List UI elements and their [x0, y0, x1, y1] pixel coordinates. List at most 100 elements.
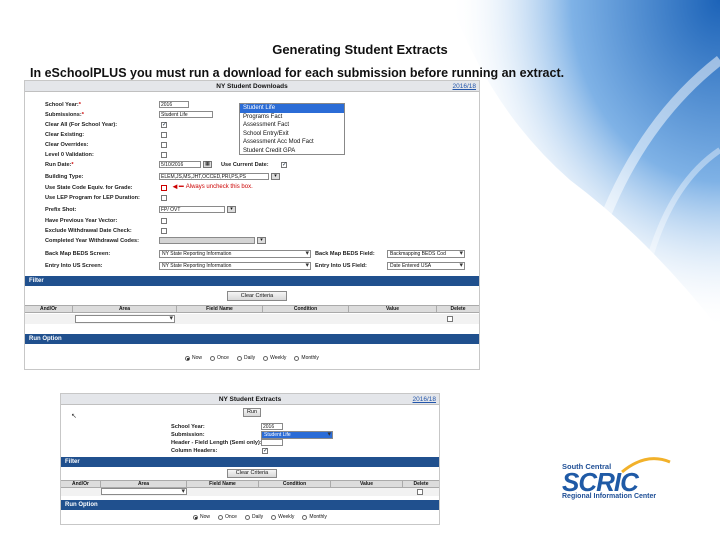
clear-all-label: Clear All (For School Year): — [45, 121, 118, 128]
logo-bottom-text: Regional Information Center — [562, 493, 657, 500]
level0-label: Level 0 Validation: — [45, 151, 94, 158]
use-current-date-checkbox[interactable] — [281, 161, 287, 168]
submissions-row: Submissions:* — [45, 110, 84, 119]
run-option-radios: Now Once Daily Weekly Monthly — [185, 355, 327, 361]
ext-column-headers-label: Column Headers: — [171, 447, 218, 454]
ext-header-input[interactable] — [261, 439, 283, 446]
submissions-input[interactable]: Student Life — [159, 111, 213, 118]
filter-grid-header: And/Or Area Field Name Condition Value D… — [25, 305, 479, 313]
extracts-window-title: NY Student Extracts 2016/18 — [61, 394, 439, 405]
slide-title: Generating Student Extracts — [272, 42, 448, 57]
grid-col-header: Area — [101, 481, 187, 487]
ext-run-weekly-radio[interactable]: Weekly — [271, 514, 294, 520]
submission-option[interactable]: Assessment Fact — [240, 121, 344, 130]
downloads-window: NY Student Downloads 2016/18 School Year… — [24, 80, 480, 370]
entry-us-field-select[interactable]: Date Entered USA — [387, 262, 465, 270]
completed-year-label: Completed Year Withdrawal Codes: — [45, 237, 140, 244]
run-button[interactable]: Run — [243, 408, 261, 417]
clear-overrides-label: Clear Overrides: — [45, 141, 89, 148]
ext-filter-grid-header: And/Or Area Field Name Condition Value D… — [61, 480, 439, 488]
clear-existing-label: Clear Existing: — [45, 131, 85, 138]
school-year-row: School Year:* — [45, 100, 81, 109]
entry-us-field-label: Entry Into US Field: — [315, 262, 367, 269]
extracts-title-text: NY Student Extracts — [218, 396, 282, 403]
filter-delete-checkbox[interactable] — [447, 316, 453, 322]
run-date-input[interactable]: 5/10/2016 — [159, 161, 201, 168]
prefix-shot-input[interactable]: FP/ OVT — [159, 206, 225, 213]
grid-col-header: Delete — [450, 306, 466, 312]
ext-run-option-section-bar[interactable]: Run Option — [61, 500, 439, 510]
building-type-label: Building Type: — [45, 173, 84, 180]
use-current-date-label: Use Current Date: — [221, 161, 269, 168]
prefix-shot-picker-icon[interactable]: ▾ — [227, 206, 236, 213]
ext-column-headers-checkbox[interactable] — [262, 447, 268, 454]
downloads-help-link[interactable]: 2016/18 — [453, 81, 477, 92]
back-map-screen-label: Back Map BEDS Screen: — [45, 250, 111, 257]
submission-option[interactable]: School Entry/Exit — [240, 130, 344, 139]
run-weekly-radio[interactable]: Weekly — [263, 355, 286, 361]
submissions-listbox[interactable]: Student Life Programs Fact Assessment Fa… — [239, 103, 345, 155]
run-once-radio[interactable]: Once — [210, 355, 229, 361]
clear-all-checkbox[interactable] — [161, 121, 167, 128]
building-type-input[interactable]: ELEM,JS,MS,JHT,OCCED,PRI,PS,PS — [159, 173, 269, 180]
ext-run-daily-radio[interactable]: Daily — [244, 514, 263, 520]
submission-option[interactable]: Student Credit GPA — [240, 147, 344, 156]
run-monthly-radio[interactable]: Monthly — [294, 355, 319, 361]
downloads-title-text: NY Student Downloads — [216, 83, 288, 90]
prefix-shot-label: Prefix Shot: — [45, 206, 77, 213]
lep-program-label: Use LEP Program for LEP Duration: — [45, 194, 140, 201]
clear-criteria-button[interactable]: Clear Criteria — [227, 291, 287, 301]
run-now-radio[interactable]: Now — [185, 355, 202, 361]
ext-run-option-radios: Now Once Daily Weekly Monthly — [193, 514, 335, 520]
calendar-icon[interactable]: ▦ — [203, 161, 212, 168]
grid-col-header: Value — [349, 306, 437, 312]
clear-overrides-checkbox[interactable] — [161, 142, 167, 148]
back-map-screen-select[interactable]: NY State Reporting Information — [159, 250, 311, 258]
ext-filter-area-select[interactable] — [101, 488, 187, 495]
extracts-help-link[interactable]: 2016/18 — [413, 394, 437, 405]
state-code-checkbox[interactable] — [161, 185, 167, 191]
ext-run-now-radio[interactable]: Now — [193, 514, 210, 520]
ext-run-once-radio[interactable]: Once — [218, 514, 237, 520]
filter-grid-row — [25, 314, 479, 324]
clear-existing-checkbox[interactable] — [161, 132, 167, 138]
completed-year-picker-icon[interactable]: ▾ — [257, 237, 266, 244]
completed-year-input[interactable] — [159, 237, 255, 244]
ext-filter-section-bar[interactable]: Filter — [61, 457, 439, 467]
exclude-withdrawal-label: Exclude Withdrawal Date Check: — [45, 227, 132, 234]
submission-option[interactable]: Assessment Acc Mod Fact — [240, 138, 344, 147]
submissions-label: Submissions:* — [45, 111, 84, 118]
filter-area-select[interactable] — [75, 315, 175, 323]
run-date-label: Run Date:* — [45, 161, 74, 168]
submission-option[interactable]: Student Life — [240, 104, 344, 113]
grid-col-header: Delete — [413, 481, 429, 487]
slide-subtitle: In eSchoolPLUS you must run a download f… — [30, 66, 565, 80]
prev-year-vector-label: Have Previous Year Vector: — [45, 217, 118, 224]
ext-clear-criteria-button[interactable]: Clear Criteria — [227, 469, 277, 478]
grid-col-header: Field Name — [177, 306, 263, 312]
prev-year-vector-checkbox[interactable] — [161, 218, 167, 224]
ext-filter-grid-row — [61, 488, 439, 496]
ext-run-monthly-radio[interactable]: Monthly — [302, 514, 327, 520]
run-option-section-bar[interactable]: Run Option — [25, 334, 479, 344]
filter-section-bar[interactable]: Filter — [25, 276, 479, 286]
grid-col-header: Condition — [263, 306, 349, 312]
exclude-withdrawal-checkbox[interactable] — [161, 228, 167, 234]
annotation-text: Always uncheck this box. — [185, 183, 253, 190]
back-map-field-label: Back Map BEDS Field: — [315, 250, 375, 257]
run-daily-radio[interactable]: Daily — [236, 355, 255, 361]
submission-option[interactable]: Programs Fact — [240, 113, 344, 122]
building-type-picker-icon[interactable]: ▾ — [271, 173, 280, 180]
entry-us-screen-select[interactable]: NY State Reporting Information — [159, 262, 311, 270]
school-year-label: School Year:* — [45, 101, 81, 108]
lep-program-checkbox[interactable] — [161, 195, 167, 201]
grid-col-header: Value — [331, 481, 403, 487]
ext-school-year-input[interactable]: 2016 — [261, 423, 283, 430]
downloads-window-title: NY Student Downloads 2016/18 — [25, 81, 479, 92]
back-map-field-select[interactable]: Backmapping BEDS Cod — [387, 250, 465, 258]
ext-filter-delete-checkbox[interactable] — [417, 489, 423, 495]
school-year-input[interactable]: 2016 — [159, 101, 189, 108]
logo-main-text: SCRIC — [562, 467, 639, 497]
ext-submission-select[interactable]: Student Life — [261, 431, 333, 439]
level0-checkbox[interactable] — [161, 152, 167, 158]
